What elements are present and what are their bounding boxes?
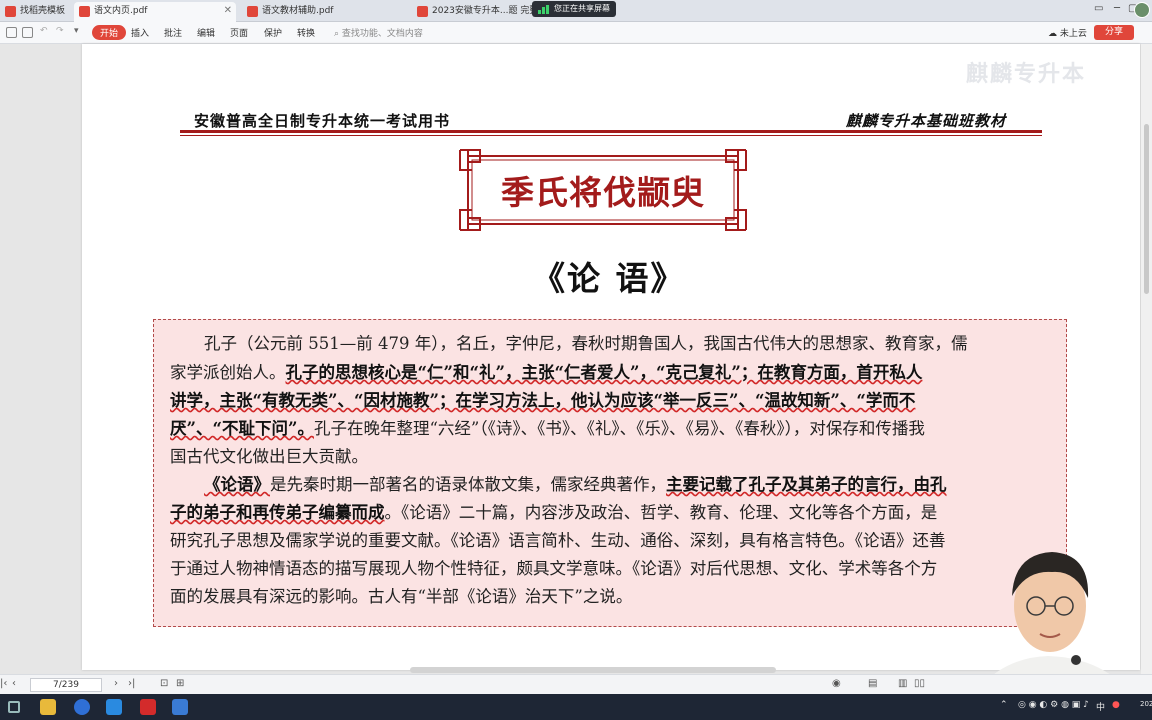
tab-annotate[interactable]: 批注: [164, 26, 182, 39]
undo-icon[interactable]: ↶: [40, 26, 48, 36]
share-indicator-text: 您正在共享屏幕: [554, 4, 610, 13]
page-number-input[interactable]: 7/239: [30, 678, 102, 692]
text-span: 。《论语》二十篇，内容涉及政治、哲学、教育、伦理、文化等各个方面，是: [384, 503, 938, 522]
intro-textbox: 孔子（公元前 551—前 479 年），名丘，字仲尼，春秋时期鲁国人，我国古代伟…: [153, 319, 1067, 627]
save-icon[interactable]: [6, 27, 17, 38]
tray-icons[interactable]: ◎ ◉ ◐ ⚙ ◍ ▣ ♪: [1018, 700, 1089, 710]
wps-pdf-icon[interactable]: [140, 699, 156, 715]
screen-share-indicator: 您正在共享屏幕: [532, 1, 616, 17]
text-span: 是先秦时期一部著名的语录体散文集，儒家经典著作，: [270, 475, 666, 494]
tab-protect[interactable]: 保护: [264, 26, 282, 39]
pdf-file-icon: [247, 6, 258, 17]
tab-template[interactable]: 找稻壳模板: [0, 2, 72, 22]
clock-fragment: 202: [1140, 700, 1152, 708]
tab-label: 语文内页.pdf: [94, 6, 148, 16]
cloud-label: 未上云: [1059, 29, 1087, 39]
text-line: 家学派创始人。孔子的思想核心是“仁”和“礼”，主张“仁者爱人”，“克己复礼”；在…: [170, 359, 922, 383]
tab-label: 找稻壳模板: [20, 6, 66, 16]
app-icon[interactable]: [172, 699, 188, 715]
key-point: 孔子的思想核心是“仁”和“礼”，主张“仁者爱人”，“克己复礼”；在教育方面，首开…: [285, 363, 923, 382]
next-page-icon[interactable]: ›: [114, 678, 118, 689]
fit-page-icon[interactable]: ⊡: [160, 678, 168, 689]
single-page-icon[interactable]: ▤: [868, 678, 877, 689]
chapter-title: 季氏将伐颛臾: [501, 173, 705, 212]
browser-icon[interactable]: [74, 699, 90, 715]
continuous-icon[interactable]: ▥: [898, 678, 907, 689]
tab-edit[interactable]: 编辑: [197, 26, 215, 39]
key-point: 《论语》: [204, 475, 270, 494]
text-line: 于通过人物神情语态的描写展现人物个性特征，颇具文学意味。《论语》对后代思想、文化…: [170, 559, 938, 578]
tab-active-pdf[interactable]: 语文内页.pdf ✕: [74, 2, 236, 22]
header-rule-thin: [180, 135, 1042, 136]
tab-page[interactable]: 页面: [230, 26, 248, 39]
search-icon: ⌕: [334, 29, 342, 39]
share-label: 分享: [1104, 27, 1123, 37]
header-left: 安徽普高全日制专升本统一考试用书: [194, 112, 451, 130]
text-line: 国古代文化做出巨大贡献。: [170, 447, 368, 466]
text-span: 家学派创始人。: [170, 363, 286, 382]
cloud-icon: ☁: [1048, 29, 1060, 39]
horizontal-scrollbar[interactable]: [410, 667, 776, 673]
key-point: 主要记载了孔子及其弟子的言行，由孔: [666, 475, 947, 494]
task-view-icon[interactable]: [8, 701, 20, 713]
signal-bars-icon: [538, 5, 550, 14]
text-line: 面的发展具有深远的影响。古人有“半部《论语》治天下”之说。: [170, 587, 633, 606]
print-icon[interactable]: [22, 27, 33, 38]
tray-up-icon[interactable]: ⌃: [1000, 700, 1008, 710]
last-page-icon[interactable]: ›|: [128, 678, 135, 689]
dropdown-icon[interactable]: ▾: [74, 26, 79, 36]
prev-page-icon[interactable]: ‹: [12, 678, 16, 689]
text-line: 讲学，主张“有教无类”、“因材施教”；在学习方法上，他认为应该“举一反三”、“温…: [170, 387, 915, 411]
minimize-icon[interactable]: ─: [1114, 3, 1120, 14]
user-avatar[interactable]: [1134, 2, 1150, 18]
tab-pdf-aux[interactable]: 语文教材辅助.pdf: [242, 2, 392, 22]
search-input[interactable]: ⌕ 查找功能、文档内容: [334, 26, 423, 39]
key-point: 讲学，主张“有教无类”、“因材施教”；在学习方法上，他认为应该“举一反三”、“温…: [170, 391, 916, 410]
file-explorer-icon[interactable]: [40, 699, 56, 715]
key-point: 子的弟子和再传弟子编纂而成: [170, 503, 385, 522]
text-line: 研究孔子思想及儒家学说的重要文献。《论语》语言简朴、生动、通俗、深刻，具有格言特…: [170, 531, 946, 550]
tab-start[interactable]: 开始: [92, 25, 127, 40]
tab-bar: 找稻壳模板 语文内页.pdf ✕ 语文教材辅助.pdf 2023安徽专升本...…: [0, 0, 1152, 22]
os-taskbar: ⌃ ◎ ◉ ◐ ⚙ ◍ ▣ ♪ 中 ● 202: [0, 694, 1152, 720]
fit-width-icon[interactable]: ⊞: [176, 678, 184, 689]
status-bar: |‹ ‹ 7/239 › ›| ⊡ ⊞ ◉ ▤ ▥ ▯▯: [0, 674, 1152, 694]
book-title: 《论 语》: [532, 259, 686, 298]
pdf-file-icon: [417, 6, 428, 17]
text-line: 《论语》是先秦时期一部著名的语录体散文集，儒家经典著作，主要记载了孔子及其弟子的…: [204, 471, 947, 495]
ime-indicator[interactable]: 中: [1096, 700, 1105, 713]
text-span: 孔子在晚年整理“六经”（《诗》、《书》、《礼》、《乐》、《易》、《春秋》），对保…: [313, 419, 925, 438]
tab-insert[interactable]: 插入: [131, 26, 149, 39]
header-right: 麒麟专升本基础班教材: [846, 112, 1007, 130]
header-rule: [180, 130, 1042, 133]
main-toolbar: ↶ ↷ ▾ 开始 插入 批注 编辑 页面 保护 转换 ⌕ 查找功能、文档内容 ☁…: [0, 22, 1152, 44]
text-line: 子的弟子和再传弟子编纂而成。《论语》二十篇，内容涉及政治、哲学、教育、伦理、文化…: [170, 499, 937, 523]
tab-convert[interactable]: 转换: [297, 26, 315, 39]
chapter-title-frame: 季氏将伐颛臾: [458, 148, 748, 232]
search-placeholder: 查找功能、文档内容: [341, 29, 423, 39]
first-page-icon[interactable]: |‹: [0, 678, 7, 689]
redo-icon[interactable]: ↷: [56, 26, 64, 36]
scroll-thumb[interactable]: [1144, 124, 1149, 294]
tab-label: 语文教材辅助.pdf: [262, 6, 334, 16]
meeting-app-icon[interactable]: [106, 699, 122, 715]
cloud-status[interactable]: ☁ 未上云: [1048, 26, 1087, 39]
text-line: 厌”、“不耻下问”。孔子在晚年整理“六经”（《诗》、《书》、《礼》、《乐》、《易…: [170, 415, 925, 439]
layout-icon[interactable]: ▭: [1094, 3, 1103, 14]
eye-icon[interactable]: ◉: [832, 678, 841, 689]
tray-app-icon[interactable]: ●: [1112, 700, 1120, 710]
wps-logo-icon: [5, 6, 16, 17]
pdf-file-icon: [79, 6, 90, 17]
key-point: 厌”、“不耻下问”。: [170, 419, 314, 438]
two-page-icon[interactable]: ▯▯: [914, 678, 925, 689]
watermark: 麒麟专升本: [966, 62, 1087, 87]
text-line: 孔子（公元前 551—前 479 年），名丘，字仲尼，春秋时期鲁国人，我国古代伟…: [204, 334, 968, 353]
close-tab-icon[interactable]: ✕: [224, 2, 232, 20]
share-button[interactable]: 分享: [1094, 25, 1134, 40]
